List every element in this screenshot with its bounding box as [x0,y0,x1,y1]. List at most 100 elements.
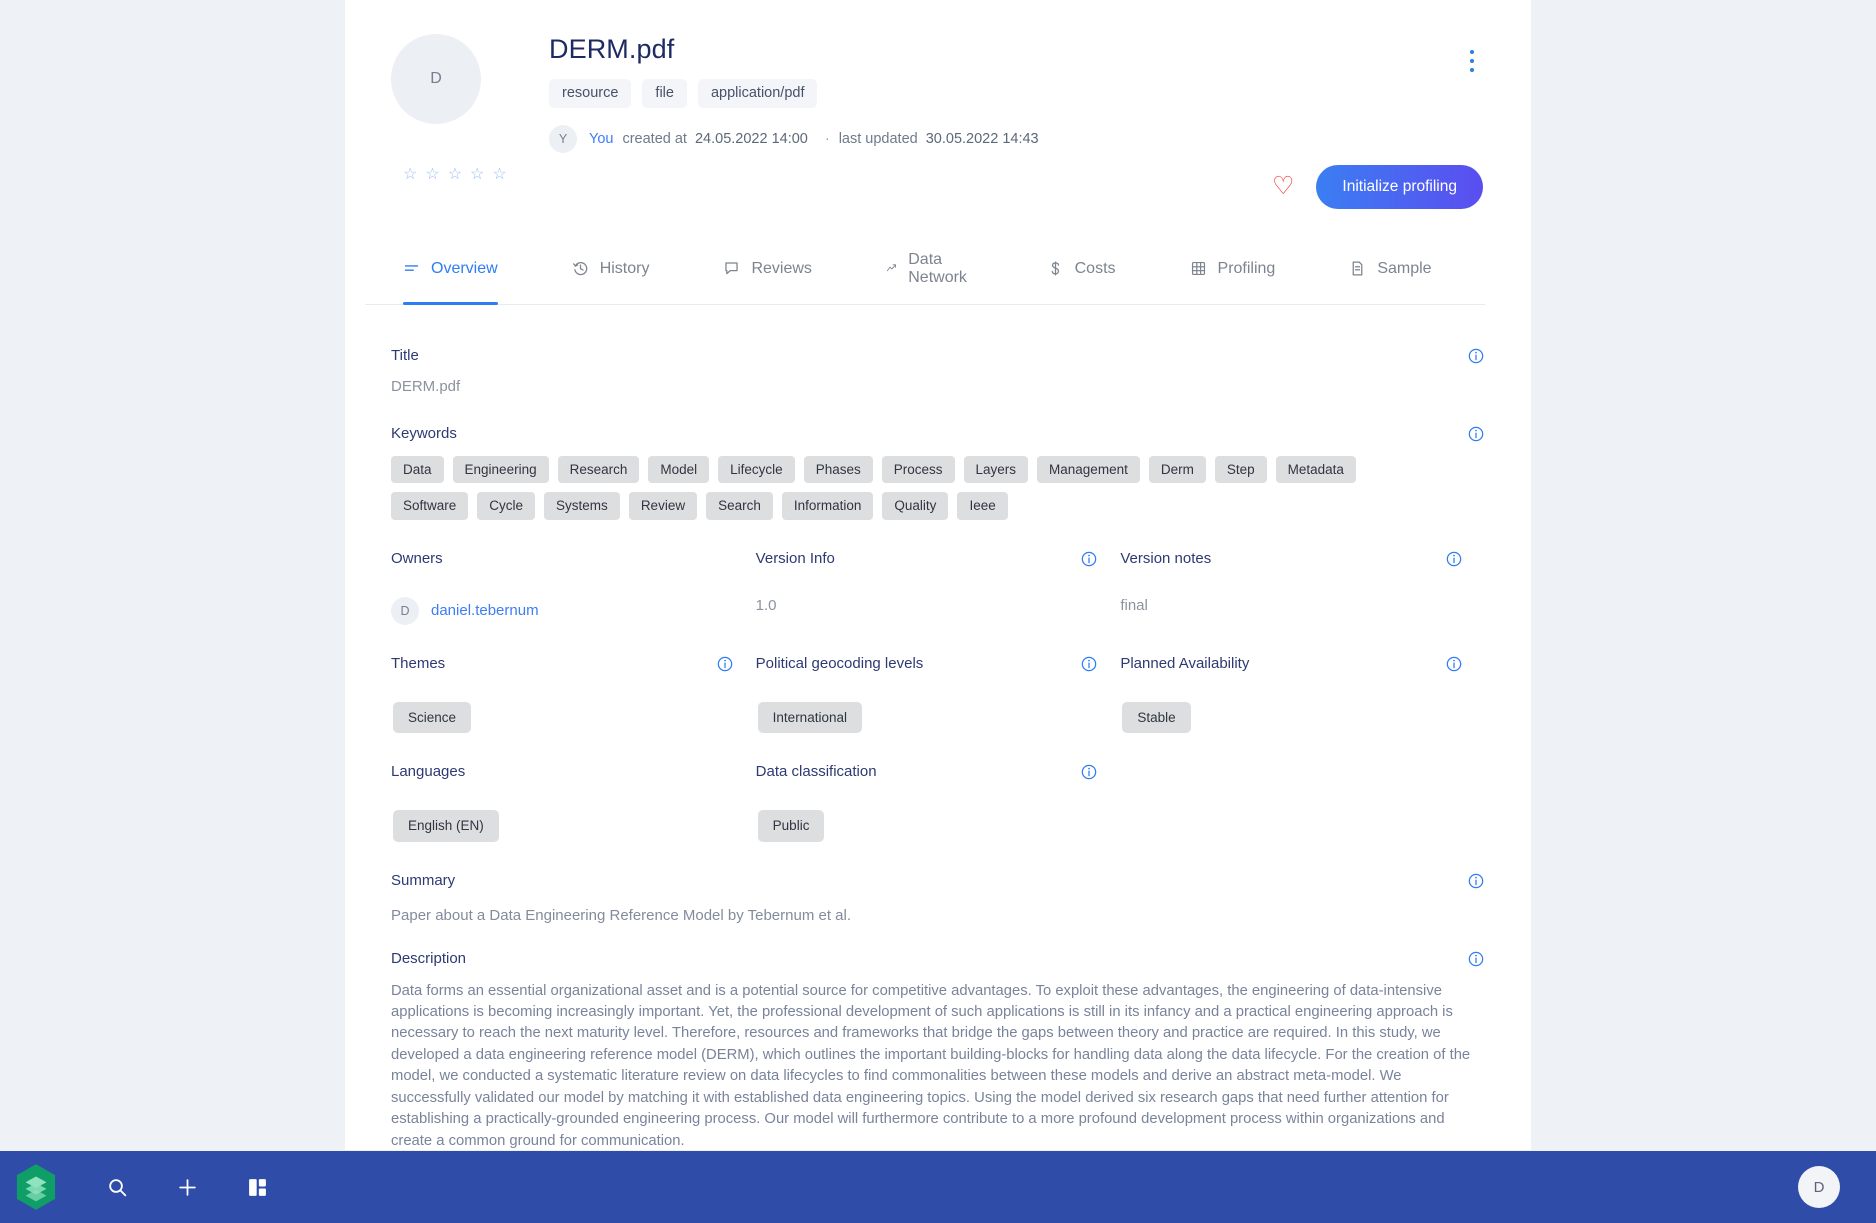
resource-detail-card: D DERM.pdf resource file application/pdf… [345,0,1531,1150]
tab-history-label: History [599,259,650,277]
info-icon[interactable] [716,655,734,673]
languages-label: Languages [391,763,466,780]
availability-label: Planned Availability [1120,654,1250,672]
geocoding-value: International [757,701,862,733]
star-1[interactable]: ☆ [403,166,417,183]
tab-profiling[interactable]: Profiling [1190,235,1276,304]
keyword-chip[interactable]: Data [391,455,444,483]
field-geocoding: Political geocoding levels International [755,654,1121,733]
languages-value: English (EN) [393,810,499,842]
keyword-chip[interactable]: Model [648,455,710,483]
keyword-chip[interactable]: Review [628,492,698,520]
taskbar-user-avatar[interactable]: D [1798,1166,1840,1208]
version-notes-label: Version notes [1120,549,1212,567]
type-chip-mimetype: application/pdf [697,79,818,108]
search-icon[interactable] [82,1151,152,1223]
keyword-chip[interactable]: Phases [803,455,873,483]
field-version-info: Version Info 1.0 [756,550,1121,625]
list-lines-icon [403,260,420,277]
keyword-chip[interactable]: Management [1037,455,1140,483]
keyword-chip[interactable]: Engineering [452,455,549,483]
info-icon[interactable] [1467,425,1485,443]
author-link[interactable]: You [589,131,613,147]
grid-apps-icon[interactable] [222,1151,292,1223]
tab-data-network-label: Data Network [908,250,967,286]
kebab-menu-icon[interactable] [1461,46,1483,76]
keyword-chip[interactable]: Search [706,492,773,520]
type-chip-file: file [642,79,687,108]
info-icon[interactable] [1445,655,1463,673]
field-title: Title DERM.pdf [391,347,1485,395]
keyword-chip[interactable]: Research [557,455,640,483]
meta-grid-spacer [1120,763,1485,842]
field-languages: Languages English (EN) [391,763,756,842]
meta-grid-row-3: Languages English (EN) Data classificati… [391,763,1485,842]
created-label: created at [622,130,687,147]
keyword-chip[interactable]: Lifecycle [718,455,795,483]
tab-overview[interactable]: Overview [403,235,498,305]
field-availability: Planned Availability Stable [1120,654,1485,733]
trend-line-icon [886,260,897,277]
info-icon[interactable] [1080,763,1098,781]
tab-sample[interactable]: Sample [1349,235,1432,304]
grid-chart-icon [1190,260,1207,277]
info-icon[interactable] [1467,347,1485,365]
field-themes: Themes Science [391,655,756,733]
created-value: 24.05.2022 14:00 [694,130,808,147]
dollar-icon [1047,260,1064,277]
field-version-notes: Version notes final [1120,550,1485,625]
info-icon[interactable] [1467,872,1485,890]
keyword-chip[interactable]: Process [881,455,955,483]
star-3[interactable]: ☆ [448,166,462,183]
info-icon[interactable] [1080,655,1098,673]
keyword-list: Data Engineering Research Model Lifecycle Pha… [391,455,1421,520]
tab-reviews[interactable]: Reviews [723,235,812,304]
comment-icon [723,260,740,277]
info-icon[interactable] [1080,550,1098,568]
keyword-chip[interactable]: Information [781,492,874,520]
keyword-chip[interactable]: Ieee [957,492,1008,520]
meta-grid-row-1: Owners D daniel.tebernum Version Info 1.… [391,550,1485,625]
keyword-chip[interactable]: Systems [544,492,620,520]
info-icon[interactable] [1445,550,1463,568]
layers-hexagon-logo[interactable] [14,1162,58,1212]
resource-meta: Y You created at 24.05.2022 14:00 · last… [549,124,1485,153]
keyword-chip[interactable]: Metadata [1275,455,1356,483]
rating-stars[interactable]: ☆ ☆ ☆ ☆ ☆ [403,166,1485,183]
geocoding-label: Political geocoding levels [755,654,924,672]
author-avatar: Y [549,124,577,153]
page-title: DERM.pdf [549,34,675,64]
owner-avatar: D [391,596,419,625]
tab-data-network[interactable]: Data Network [886,235,973,304]
tab-overview-label: Overview [431,259,498,277]
document-icon [1349,260,1366,277]
version-info-label: Version Info [755,549,835,567]
tab-history[interactable]: History [572,235,650,304]
owners-field-label: Owners [391,549,443,567]
info-icon[interactable] [1467,950,1485,968]
keywords-field-label: Keywords [391,424,457,442]
taskbar: D [0,1151,1876,1223]
plus-icon[interactable] [152,1151,222,1223]
version-info-value: 1.0 [755,596,777,614]
meta-grid-row-2: Themes Science Political geocoding level… [391,654,1485,733]
owner-link[interactable]: daniel.tebernum [431,602,539,619]
field-classification: Data classification Public [756,763,1121,842]
availability-value: Stable [1122,701,1191,733]
keyword-chip[interactable]: Software [391,492,469,520]
keyword-chip[interactable]: Cycle [477,492,536,520]
tab-costs[interactable]: Costs [1047,235,1116,304]
tab-profiling-label: Profiling [1217,259,1276,277]
title-field-label: Title [391,346,419,364]
star-2[interactable]: ☆ [425,166,439,183]
star-5[interactable]: ☆ [492,166,506,183]
keyword-chip[interactable]: Derm [1148,455,1206,483]
keyword-chip[interactable]: Step [1214,455,1267,483]
type-chip-row: resource file application/pdf [549,79,1485,108]
star-4[interactable]: ☆ [470,166,484,183]
description-value: Data forms an essential organizational a… [391,982,1471,1149]
keyword-chip[interactable]: Quality [882,492,949,520]
keyword-chip[interactable]: Layers [963,455,1029,483]
resource-avatar: D [391,34,481,124]
updated-value: 30.05.2022 14:43 [925,130,1039,147]
